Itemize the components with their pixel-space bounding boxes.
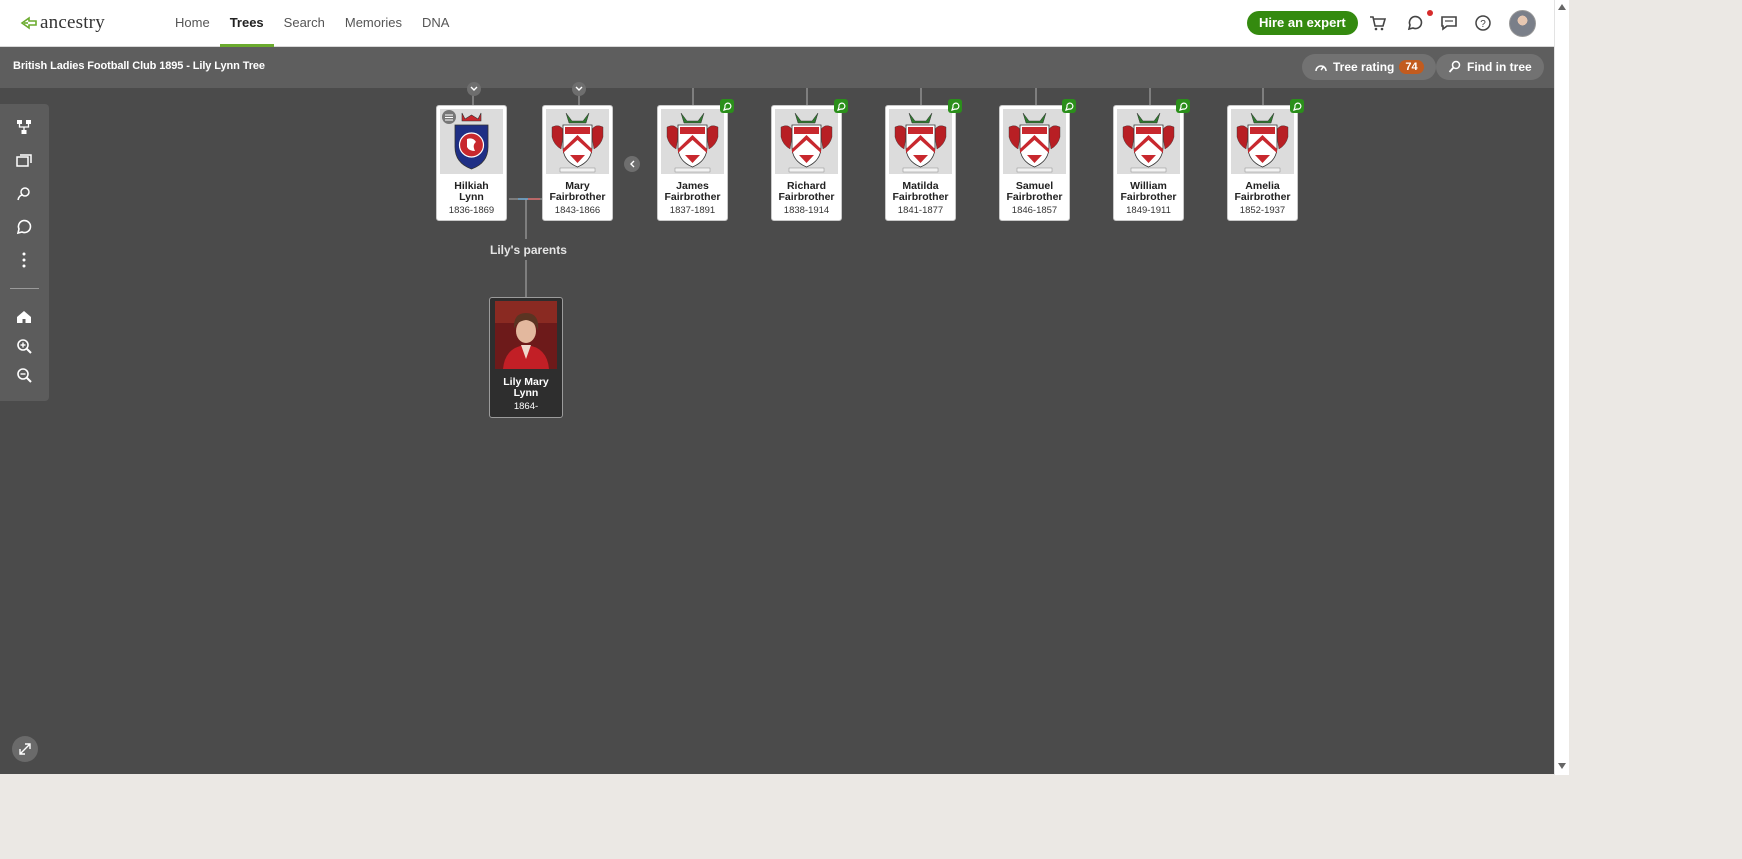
- scroll-down-arrow-icon[interactable]: [1558, 763, 1566, 769]
- tree-canvas[interactable]: British Ladies Football Club 1895 - Lily…: [0, 47, 1554, 774]
- person-name: Amelia Fairbrother: [1228, 181, 1297, 203]
- person-menu-icon[interactable]: [442, 110, 456, 124]
- coat-of-arms-image: [1231, 109, 1294, 174]
- person-card-mary-fairbrother[interactable]: Mary Fairbrother 1843-1866: [542, 105, 613, 221]
- ancestry-logo[interactable]: ancestry: [20, 12, 105, 34]
- nav-home[interactable]: Home: [165, 0, 220, 46]
- person-last-name: Fairbrother: [778, 191, 835, 203]
- person-last-name: Lynn: [513, 387, 539, 399]
- help-icon[interactable]: ?: [1473, 13, 1493, 33]
- person-name: Richard Fairbrother: [772, 181, 841, 203]
- tree-rating-score: 74: [1399, 60, 1424, 74]
- hints-icon[interactable]: [14, 217, 34, 237]
- person-dates: 1846-1857: [1011, 205, 1058, 216]
- logo-text: ancestry: [40, 12, 105, 33]
- tree-view-icon[interactable]: [14, 117, 34, 137]
- hint-leaf-icon[interactable]: [720, 99, 734, 113]
- person-card-lily-mary-lynn[interactable]: Lily Mary Lynn 1864-: [489, 297, 563, 418]
- coat-of-arms-image: [775, 109, 838, 174]
- person-card-james-fairbrother[interactable]: James Fairbrother 1837-1891: [657, 105, 728, 221]
- person-last-name: Fairbrother: [1120, 191, 1177, 203]
- person-last-name: Fairbrother: [892, 191, 949, 203]
- nav-search[interactable]: Search: [274, 0, 335, 46]
- hints-icon[interactable]: [1405, 13, 1425, 33]
- find-in-tree-button[interactable]: Find in tree: [1436, 54, 1544, 80]
- find-person-icon: [1448, 60, 1461, 73]
- media-icon[interactable]: [14, 151, 34, 171]
- search-person-icon[interactable]: [14, 184, 34, 204]
- portrait-photo: [495, 301, 557, 369]
- person-card-richard-fairbrother[interactable]: Richard Fairbrother 1838-1914: [771, 105, 842, 221]
- notification-dot: [1427, 10, 1433, 16]
- person-dates: 1849-1911: [1126, 205, 1171, 216]
- nav-trees[interactable]: Trees: [219, 0, 274, 47]
- person-dates: 1864-: [513, 401, 539, 412]
- page-scrollbar[interactable]: [1554, 0, 1569, 775]
- person-card-samuel-fairbrother[interactable]: Samuel Fairbrother 1846-1857: [999, 105, 1070, 221]
- coat-of-arms-image: [1003, 109, 1066, 174]
- top-navigation: ancestry Home Trees Search Memories DNA …: [0, 0, 1554, 47]
- toolbar-divider: [10, 288, 39, 289]
- tree-subheader: British Ladies Football Club 1895 - Lily…: [0, 47, 1554, 88]
- gauge-icon: [1315, 65, 1327, 72]
- person-last-name: Fairbrother: [549, 191, 606, 203]
- person-name: Mary Fairbrother: [543, 181, 612, 203]
- person-dates: 1837-1891: [669, 205, 716, 216]
- person-name: Lily Mary Lynn: [490, 377, 562, 399]
- fullscreen-expand-icon[interactable]: [12, 736, 38, 762]
- person-name: William Fairbrother: [1114, 181, 1183, 203]
- zoom-out-icon[interactable]: [14, 365, 34, 385]
- siblings-chevron-left-icon[interactable]: [624, 156, 640, 172]
- leaf-logo-icon: [20, 16, 37, 30]
- hint-leaf-icon[interactable]: [1290, 99, 1304, 113]
- home-person-icon[interactable]: [14, 307, 34, 327]
- person-name: Samuel Fairbrother: [1000, 181, 1069, 203]
- cart-icon[interactable]: [1368, 13, 1388, 33]
- hint-leaf-icon[interactable]: [1062, 99, 1076, 113]
- person-last-name: Fairbrother: [664, 191, 721, 203]
- nav-dna[interactable]: DNA: [412, 0, 459, 46]
- person-dates: 1843-1866: [554, 205, 601, 216]
- hint-leaf-icon[interactable]: [948, 99, 962, 113]
- person-dates: 1838-1914: [783, 205, 830, 216]
- scroll-up-arrow-icon[interactable]: [1558, 4, 1566, 10]
- tree-rating-button[interactable]: Tree rating 74: [1302, 54, 1436, 80]
- collapse-chevron-icon[interactable]: [572, 82, 586, 96]
- collapse-chevron-icon[interactable]: [467, 82, 481, 96]
- hint-leaf-icon[interactable]: [1176, 99, 1190, 113]
- more-options-icon[interactable]: [14, 250, 34, 270]
- user-avatar[interactable]: [1509, 10, 1536, 37]
- person-dates: 1852-1937: [1239, 205, 1286, 216]
- person-card-hilkiah-lynn[interactable]: Hilkiah Lynn 1836-1869: [436, 105, 507, 221]
- coat-of-arms-image: [661, 109, 724, 174]
- tree-toolbar: [0, 104, 49, 401]
- tree-title[interactable]: British Ladies Football Club 1895 - Lily…: [13, 60, 265, 72]
- messages-icon[interactable]: [1439, 13, 1459, 33]
- person-name: Hilkiah Lynn: [437, 181, 506, 203]
- hire-expert-button[interactable]: Hire an expert: [1247, 11, 1358, 35]
- person-card-william-fairbrother[interactable]: William Fairbrother 1849-1911: [1113, 105, 1184, 221]
- zoom-in-icon[interactable]: [14, 336, 34, 356]
- person-card-matilda-fairbrother[interactable]: Matilda Fairbrother 1841-1877: [885, 105, 956, 221]
- person-card-amelia-fairbrother[interactable]: Amelia Fairbrother 1852-1937: [1227, 105, 1298, 221]
- find-in-tree-label: Find in tree: [1467, 60, 1532, 74]
- person-last-name: Fairbrother: [1234, 191, 1291, 203]
- svg-text:?: ?: [1480, 19, 1486, 30]
- person-dates: 1841-1877: [897, 205, 944, 216]
- tree-rating-label: Tree rating: [1333, 60, 1395, 74]
- hint-leaf-icon[interactable]: [834, 99, 848, 113]
- parents-label: Lily's parents: [490, 243, 567, 257]
- nav-memories[interactable]: Memories: [335, 0, 412, 46]
- person-last-name: Fairbrother: [1006, 191, 1063, 203]
- coat-of-arms-image: [889, 109, 952, 174]
- person-last-name: Lynn: [459, 191, 484, 203]
- main-nav: Home Trees Search Memories DNA: [165, 0, 459, 47]
- person-name: James Fairbrother: [658, 181, 727, 203]
- coat-of-arms-image: [1117, 109, 1180, 174]
- person-name: Matilda Fairbrother: [886, 181, 955, 203]
- person-dates: 1836-1869: [448, 205, 495, 216]
- coat-of-arms-image: [546, 109, 609, 174]
